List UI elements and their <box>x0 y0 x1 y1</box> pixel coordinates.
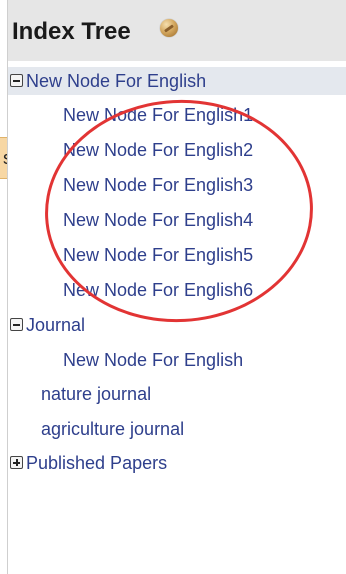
screen: s Index Tree New Node For English New No… <box>0 0 346 574</box>
index-tree-panel: Index Tree New Node For English New Node… <box>7 0 346 574</box>
tree-node-label[interactable]: New Node For English <box>26 67 206 95</box>
tree-node-agriculture-journal[interactable]: agriculture journal <box>41 415 184 443</box>
tree-node-child-5[interactable]: New Node For English5 <box>63 241 253 269</box>
tree-node-journal-child-1[interactable]: New Node For English <box>63 346 243 374</box>
expand-toggle-icon[interactable] <box>10 456 23 469</box>
tree-node-child-6[interactable]: New Node For English6 <box>63 276 253 304</box>
tree-node-label[interactable]: Published Papers <box>26 449 167 477</box>
tree-node-label[interactable]: Journal <box>26 311 85 339</box>
panel-title: Index Tree <box>12 18 131 45</box>
collapse-toggle-icon[interactable] <box>10 318 23 331</box>
help-icon[interactable] <box>160 19 178 37</box>
tree-node-child-2[interactable]: New Node For English2 <box>63 136 253 164</box>
tree-node-child-1[interactable]: New Node For English1 <box>63 101 253 129</box>
tree-node-root-new-node-for-english[interactable]: New Node For English <box>8 67 346 95</box>
collapse-toggle-icon[interactable] <box>10 74 23 87</box>
tree-node-nature-journal[interactable]: nature journal <box>41 380 151 408</box>
panel-header: Index Tree <box>8 0 346 61</box>
tree-node-child-3[interactable]: New Node For English3 <box>63 171 253 199</box>
tree-node-child-4[interactable]: New Node For English4 <box>63 206 253 234</box>
